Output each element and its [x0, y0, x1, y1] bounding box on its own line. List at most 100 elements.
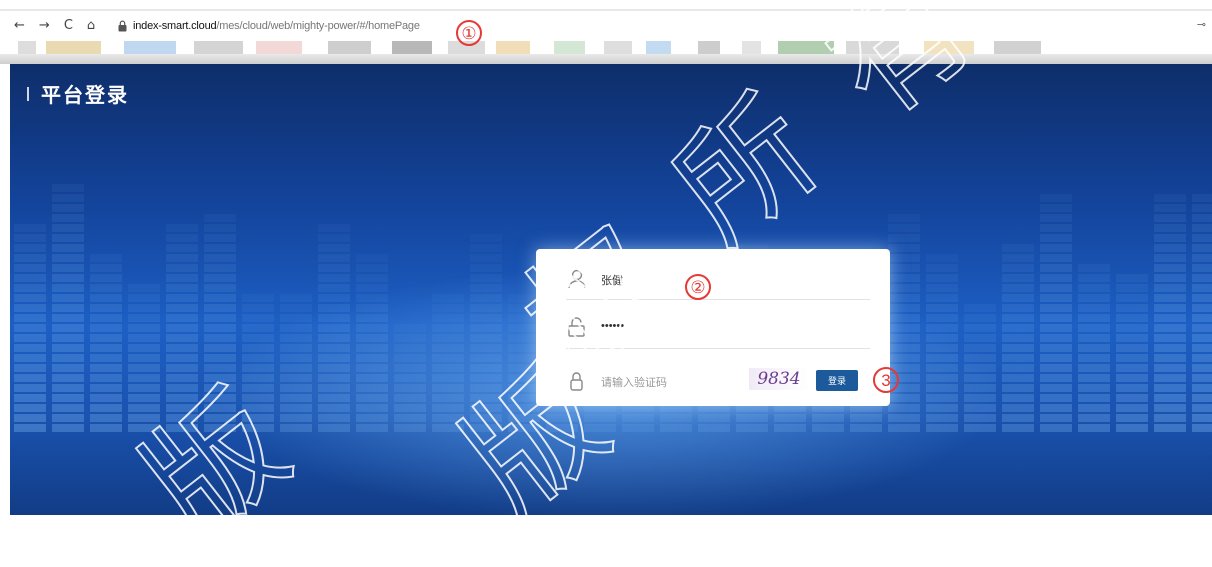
bg-bar-cell — [1192, 384, 1212, 392]
bg-bar-cell — [356, 394, 388, 402]
bg-bar-cell — [204, 404, 236, 412]
browser-nav: ← → C ⌂ — [14, 19, 95, 33]
bg-bar-cell — [318, 374, 350, 382]
bookmark-item[interactable] — [924, 41, 974, 55]
bg-bar-cell — [166, 354, 198, 362]
bg-bar-cell — [888, 294, 920, 302]
bg-bar-cell — [280, 404, 312, 412]
bg-bar-cell — [888, 304, 920, 312]
page-title-text: 平台登录 — [41, 85, 129, 107]
bookmark-item[interactable] — [778, 41, 834, 55]
captcha-row[interactable]: 请输入验证码 — [566, 367, 746, 397]
bg-bar-cell — [432, 424, 464, 432]
bookmark-item[interactable] — [604, 41, 632, 55]
bg-bar-cell — [1040, 244, 1072, 252]
bg-bar-cell — [166, 344, 198, 352]
bg-bar-cell — [394, 384, 426, 392]
bg-bar-cell — [356, 354, 388, 362]
bg-bar-cell — [90, 344, 122, 352]
bg-bar-cell — [14, 324, 46, 332]
bg-bar-cell — [204, 344, 236, 352]
login-page: 平台登录 张健 •••••• 请输入验证码 9834 登录 — [10, 64, 1212, 515]
bg-bar-cell — [964, 424, 996, 432]
bg-bar-cell — [888, 224, 920, 232]
back-icon[interactable]: ← — [14, 19, 25, 33]
bg-bar-cell — [1154, 364, 1186, 372]
home-icon[interactable]: ⌂ — [87, 19, 95, 33]
bg-bar-cell — [166, 314, 198, 322]
bookmark-item[interactable] — [742, 41, 761, 55]
bg-bar-cell — [242, 364, 274, 372]
login-card: 张健 •••••• 请输入验证码 9834 登录 — [536, 249, 890, 406]
bookmark-item[interactable] — [846, 41, 899, 55]
bg-bar-cell — [926, 394, 958, 402]
address-bar[interactable]: index-smart.cloud/mes/cloud/web/mighty-p… — [133, 20, 420, 32]
bg-bar-cell — [128, 414, 160, 422]
bookmark-item[interactable] — [256, 41, 302, 55]
bg-bar-cell — [1154, 264, 1186, 272]
bg-bar-cell — [432, 324, 464, 332]
bg-bar-cell — [128, 334, 160, 342]
reload-icon[interactable]: C — [64, 19, 73, 33]
bg-bar-cell — [394, 394, 426, 402]
bg-bar-cell — [888, 274, 920, 282]
bookmark-item[interactable] — [18, 41, 36, 55]
bookmark-item[interactable] — [328, 41, 371, 55]
bg-bar-cell — [1192, 404, 1212, 412]
bg-bar-cell — [1040, 354, 1072, 362]
bg-bar-cell — [1192, 274, 1212, 282]
bg-bar-cell — [280, 384, 312, 392]
bg-bar-cell — [204, 324, 236, 332]
bookmark-item[interactable] — [554, 41, 585, 55]
bookmark-item[interactable] — [124, 41, 176, 55]
bg-bar-cell — [242, 334, 274, 342]
bg-bar-cell — [1002, 384, 1034, 392]
bg-bar-cell — [1192, 354, 1212, 362]
bg-bar-cell — [14, 314, 46, 322]
bg-bar-cell — [204, 214, 236, 222]
bg-bar-cell — [242, 314, 274, 322]
bg-bar-cell — [1078, 304, 1110, 312]
bg-bar-cell — [52, 264, 84, 272]
bg-bar-cell — [356, 254, 388, 262]
bg-bar-cell — [242, 404, 274, 412]
bg-bar-cell — [318, 234, 350, 242]
captcha-image[interactable]: 9834 — [749, 368, 809, 390]
login-button[interactable]: 登录 — [816, 370, 858, 391]
password-divider — [566, 348, 870, 349]
key-icon[interactable]: ⊸ — [1197, 18, 1206, 31]
password-field[interactable]: •••••• — [601, 320, 624, 332]
forward-icon[interactable]: → — [39, 19, 50, 33]
bg-bar-cell — [888, 264, 920, 272]
bg-bar-cell — [1192, 294, 1212, 302]
bg-bar-cell — [1192, 194, 1212, 202]
username-row[interactable]: 张健 — [566, 265, 872, 295]
bookmark-item[interactable] — [698, 41, 720, 55]
bg-bar-cell — [1116, 294, 1148, 302]
bookmark-item[interactable] — [646, 41, 671, 55]
bg-bar-cell — [964, 374, 996, 382]
bg-bar-cell — [90, 294, 122, 302]
bg-bar-cell — [280, 414, 312, 422]
bg-bar-cell — [394, 374, 426, 382]
bg-bar-cell — [1154, 414, 1186, 422]
password-row[interactable]: •••••• — [566, 313, 872, 343]
bookmark-item[interactable] — [194, 41, 243, 55]
bg-bar-cell — [1002, 264, 1034, 272]
bg-bar-cell — [888, 324, 920, 332]
bg-bar-cell — [242, 424, 274, 432]
bg-bar-cell — [1154, 224, 1186, 232]
captcha-input[interactable]: 请输入验证码 — [601, 374, 667, 390]
bg-bar-cell — [14, 284, 46, 292]
bg-bar-cell — [14, 404, 46, 412]
bg-bar-cell — [926, 304, 958, 312]
bg-bar-cell — [470, 304, 502, 312]
bg-bar-cell — [888, 404, 920, 412]
bookmark-item[interactable] — [46, 41, 101, 55]
bookmark-item[interactable] — [496, 41, 530, 55]
bg-bar-cell — [470, 344, 502, 352]
username-field[interactable]: 张健 — [601, 272, 623, 288]
bookmark-item[interactable] — [392, 41, 432, 55]
bg-bar-cell — [470, 384, 502, 392]
bookmark-item[interactable] — [994, 41, 1041, 55]
